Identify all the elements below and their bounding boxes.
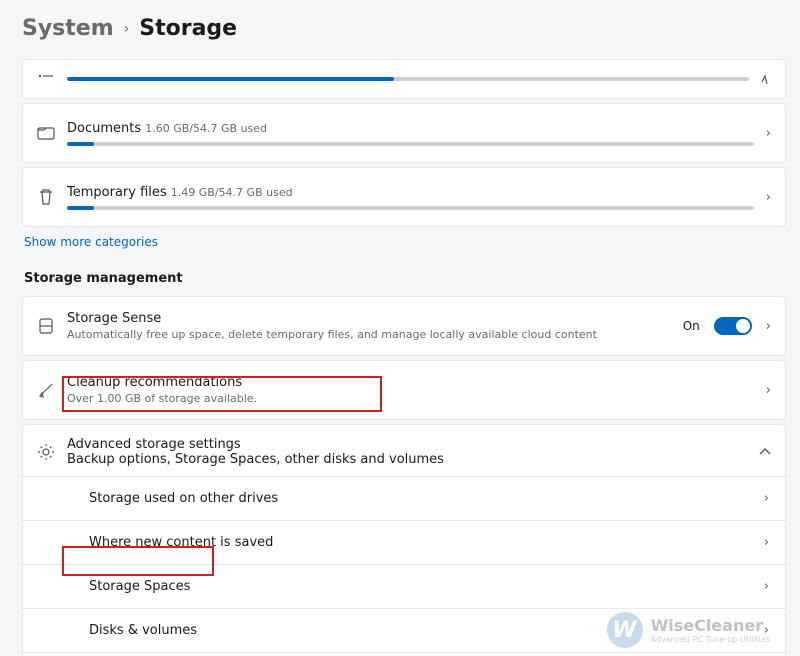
subrow-storage-spaces[interactable]: Storage Spaces › [23, 564, 785, 608]
breadcrumb-parent[interactable]: System [22, 16, 114, 41]
row-title: Advanced storage settings [67, 437, 747, 452]
toggle-state-label: On [683, 319, 700, 333]
chevron-right-icon: › [764, 491, 769, 506]
category-title: Documents [67, 121, 141, 136]
row-subtitle: Over 1.00 GB of storage available. [67, 392, 754, 405]
cleanup-recommendations-row[interactable]: Cleanup recommendations Over 1.00 GB of … [22, 360, 786, 420]
page-title: Storage [139, 16, 237, 41]
storage-category-documents[interactable]: Documents 1.60 GB/54.7 GB used › [22, 103, 786, 163]
chevron-right-icon: › [124, 21, 130, 37]
usage-bar-fill [67, 77, 394, 81]
category-icon [37, 71, 55, 81]
gear-icon [37, 443, 55, 461]
chevron-right-icon: › [766, 319, 771, 334]
storage-category-temporary[interactable]: Temporary files 1.49 GB/54.7 GB used › [22, 167, 786, 227]
chevron-up-icon [759, 448, 771, 456]
usage-bar [67, 206, 754, 210]
storage-sense-toggle[interactable] [714, 317, 752, 335]
category-usage-text: 1.60 GB/54.7 GB used [145, 122, 267, 135]
usage-bar [67, 142, 754, 146]
usage-bar [67, 77, 749, 81]
folder-icon [37, 125, 55, 141]
advanced-sublist: Storage used on other drives › Where new… [22, 476, 786, 656]
subrow-label: Disks & volumes [89, 623, 197, 638]
trash-icon [37, 188, 55, 206]
subrow-storage-other-drives[interactable]: Storage used on other drives › [23, 476, 785, 520]
chevron-right-icon: › [764, 535, 769, 550]
subrow-label: Storage used on other drives [89, 491, 278, 506]
advanced-storage-settings-row[interactable]: Advanced storage settings Backup options… [22, 424, 786, 480]
subrow-label: Storage Spaces [89, 579, 190, 594]
subrow-where-new-content[interactable]: Where new content is saved › [23, 520, 785, 564]
chevron-right-icon [761, 67, 771, 85]
storage-category-partial[interactable] [22, 59, 786, 99]
category-usage-text: 1.49 GB/54.7 GB used [171, 186, 293, 199]
chevron-right-icon: › [764, 579, 769, 594]
usage-bar-fill [67, 206, 94, 210]
row-subtitle: Automatically free up space, delete temp… [67, 328, 671, 341]
chevron-right-icon: › [766, 126, 771, 141]
row-title: Cleanup recommendations [67, 375, 754, 390]
category-title: Temporary files [67, 185, 167, 200]
chevron-right-icon: › [766, 190, 771, 205]
row-subtitle: Backup options, Storage Spaces, other di… [67, 452, 747, 467]
broom-icon [37, 381, 55, 399]
storage-sense-icon [37, 317, 55, 335]
subrow-label: Where new content is saved [89, 535, 273, 550]
row-title: Storage Sense [67, 311, 671, 326]
chevron-right-icon: › [766, 383, 771, 398]
section-title-storage-management: Storage management [24, 271, 786, 286]
show-more-link[interactable]: Show more categories [22, 231, 158, 265]
breadcrumb: System › Storage [22, 16, 786, 41]
chevron-right-icon: › [764, 623, 769, 638]
storage-sense-row[interactable]: Storage Sense Automatically free up spac… [22, 296, 786, 356]
subrow-disks-volumes[interactable]: Disks & volumes › [23, 608, 785, 652]
subrow-backup-options[interactable]: Backup options › [23, 652, 785, 656]
usage-bar-fill [67, 142, 94, 146]
